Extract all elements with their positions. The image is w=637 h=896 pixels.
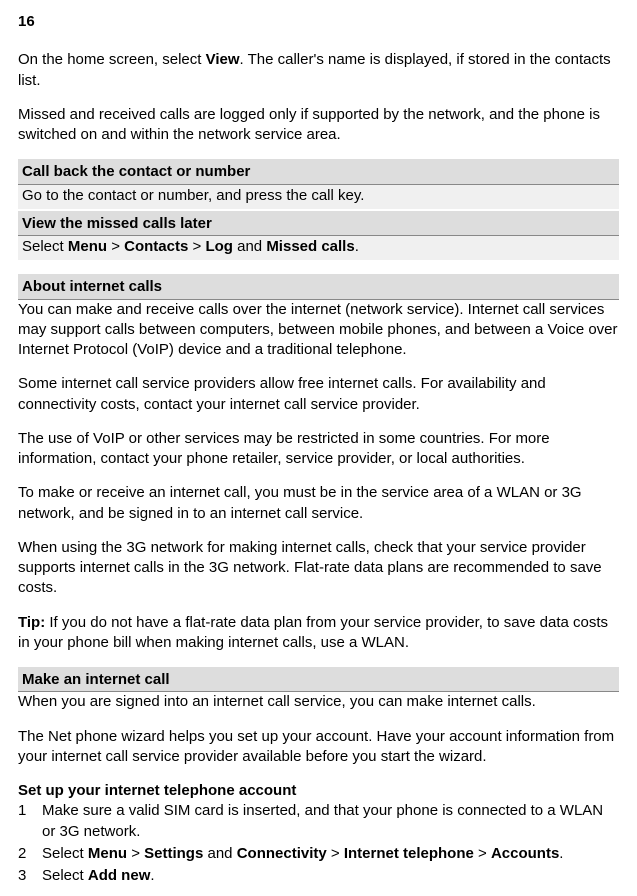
intro-pre: On the home screen, select xyxy=(18,51,206,68)
s2-gt2: > xyxy=(327,845,344,862)
vl-missed: Missed calls xyxy=(266,238,354,255)
about-p5: When using the 3G network for making int… xyxy=(18,538,619,599)
s2-and: and xyxy=(203,845,236,862)
about-p1: You can make and receive calls over the … xyxy=(18,300,619,361)
vl-gt1: > xyxy=(107,238,124,255)
s2-accounts: Accounts xyxy=(491,845,559,862)
view-later-body: Select Menu > Contacts > Log and Missed … xyxy=(18,236,619,260)
step1-text: Make sure a valid SIM card is inserted, … xyxy=(42,801,619,842)
s3-add: Add new xyxy=(88,867,151,884)
missed-note: Missed and received calls are logged onl… xyxy=(18,105,619,146)
step1-num: 1 xyxy=(18,801,42,842)
make-call-header: Make an internet call xyxy=(18,667,619,692)
step-2: 2 Select Menu > Settings and Connectivit… xyxy=(18,844,619,864)
callback-header: Call back the contact or number xyxy=(18,159,619,184)
step3-text: Select Add new. xyxy=(42,866,619,886)
page-number: 16 xyxy=(18,12,619,32)
about-internet-header: About internet calls xyxy=(18,274,619,299)
s3-pre: Select xyxy=(42,867,88,884)
setup-header: Set up your internet telephone account xyxy=(18,781,619,801)
step-3: 3 Select Add new. xyxy=(18,866,619,886)
step3-num: 3 xyxy=(18,866,42,886)
tip-body: If you do not have a flat-rate data plan… xyxy=(18,614,608,651)
tip-label: Tip: xyxy=(18,614,45,631)
s2-pre: Select xyxy=(42,845,88,862)
vl-gt2: > xyxy=(188,238,205,255)
about-p3: The use of VoIP or other services may be… xyxy=(18,429,619,470)
vl-contacts: Contacts xyxy=(124,238,188,255)
step-1: 1 Make sure a valid SIM card is inserted… xyxy=(18,801,619,842)
vl-menu: Menu xyxy=(68,238,107,255)
callback-body: Go to the contact or number, and press t… xyxy=(18,185,619,209)
s2-gt1: > xyxy=(127,845,144,862)
about-tip: Tip: If you do not have a flat-rate data… xyxy=(18,613,619,654)
vl-pre: Select xyxy=(22,238,68,255)
make-call-p2: The Net phone wizard helps you set up yo… xyxy=(18,727,619,768)
s2-dot: . xyxy=(559,845,563,862)
s2-menu: Menu xyxy=(88,845,127,862)
vl-log: Log xyxy=(205,238,233,255)
about-p2: Some internet call service providers all… xyxy=(18,374,619,415)
s3-dot: . xyxy=(150,867,154,884)
intro-paragraph: On the home screen, select View. The cal… xyxy=(18,50,619,91)
s2-settings: Settings xyxy=(144,845,203,862)
view-bold: View xyxy=(206,51,240,68)
make-call-p1: When you are signed into an internet cal… xyxy=(18,692,619,712)
vl-and: and xyxy=(233,238,266,255)
view-later-header: View the missed calls later xyxy=(18,211,619,236)
about-p4: To make or receive an internet call, you… xyxy=(18,483,619,524)
vl-dot: . xyxy=(355,238,359,255)
s2-itel: Internet telephone xyxy=(344,845,474,862)
s2-conn: Connectivity xyxy=(237,845,327,862)
step2-num: 2 xyxy=(18,844,42,864)
s2-gt3: > xyxy=(474,845,491,862)
step2-text: Select Menu > Settings and Connectivity … xyxy=(42,844,619,864)
